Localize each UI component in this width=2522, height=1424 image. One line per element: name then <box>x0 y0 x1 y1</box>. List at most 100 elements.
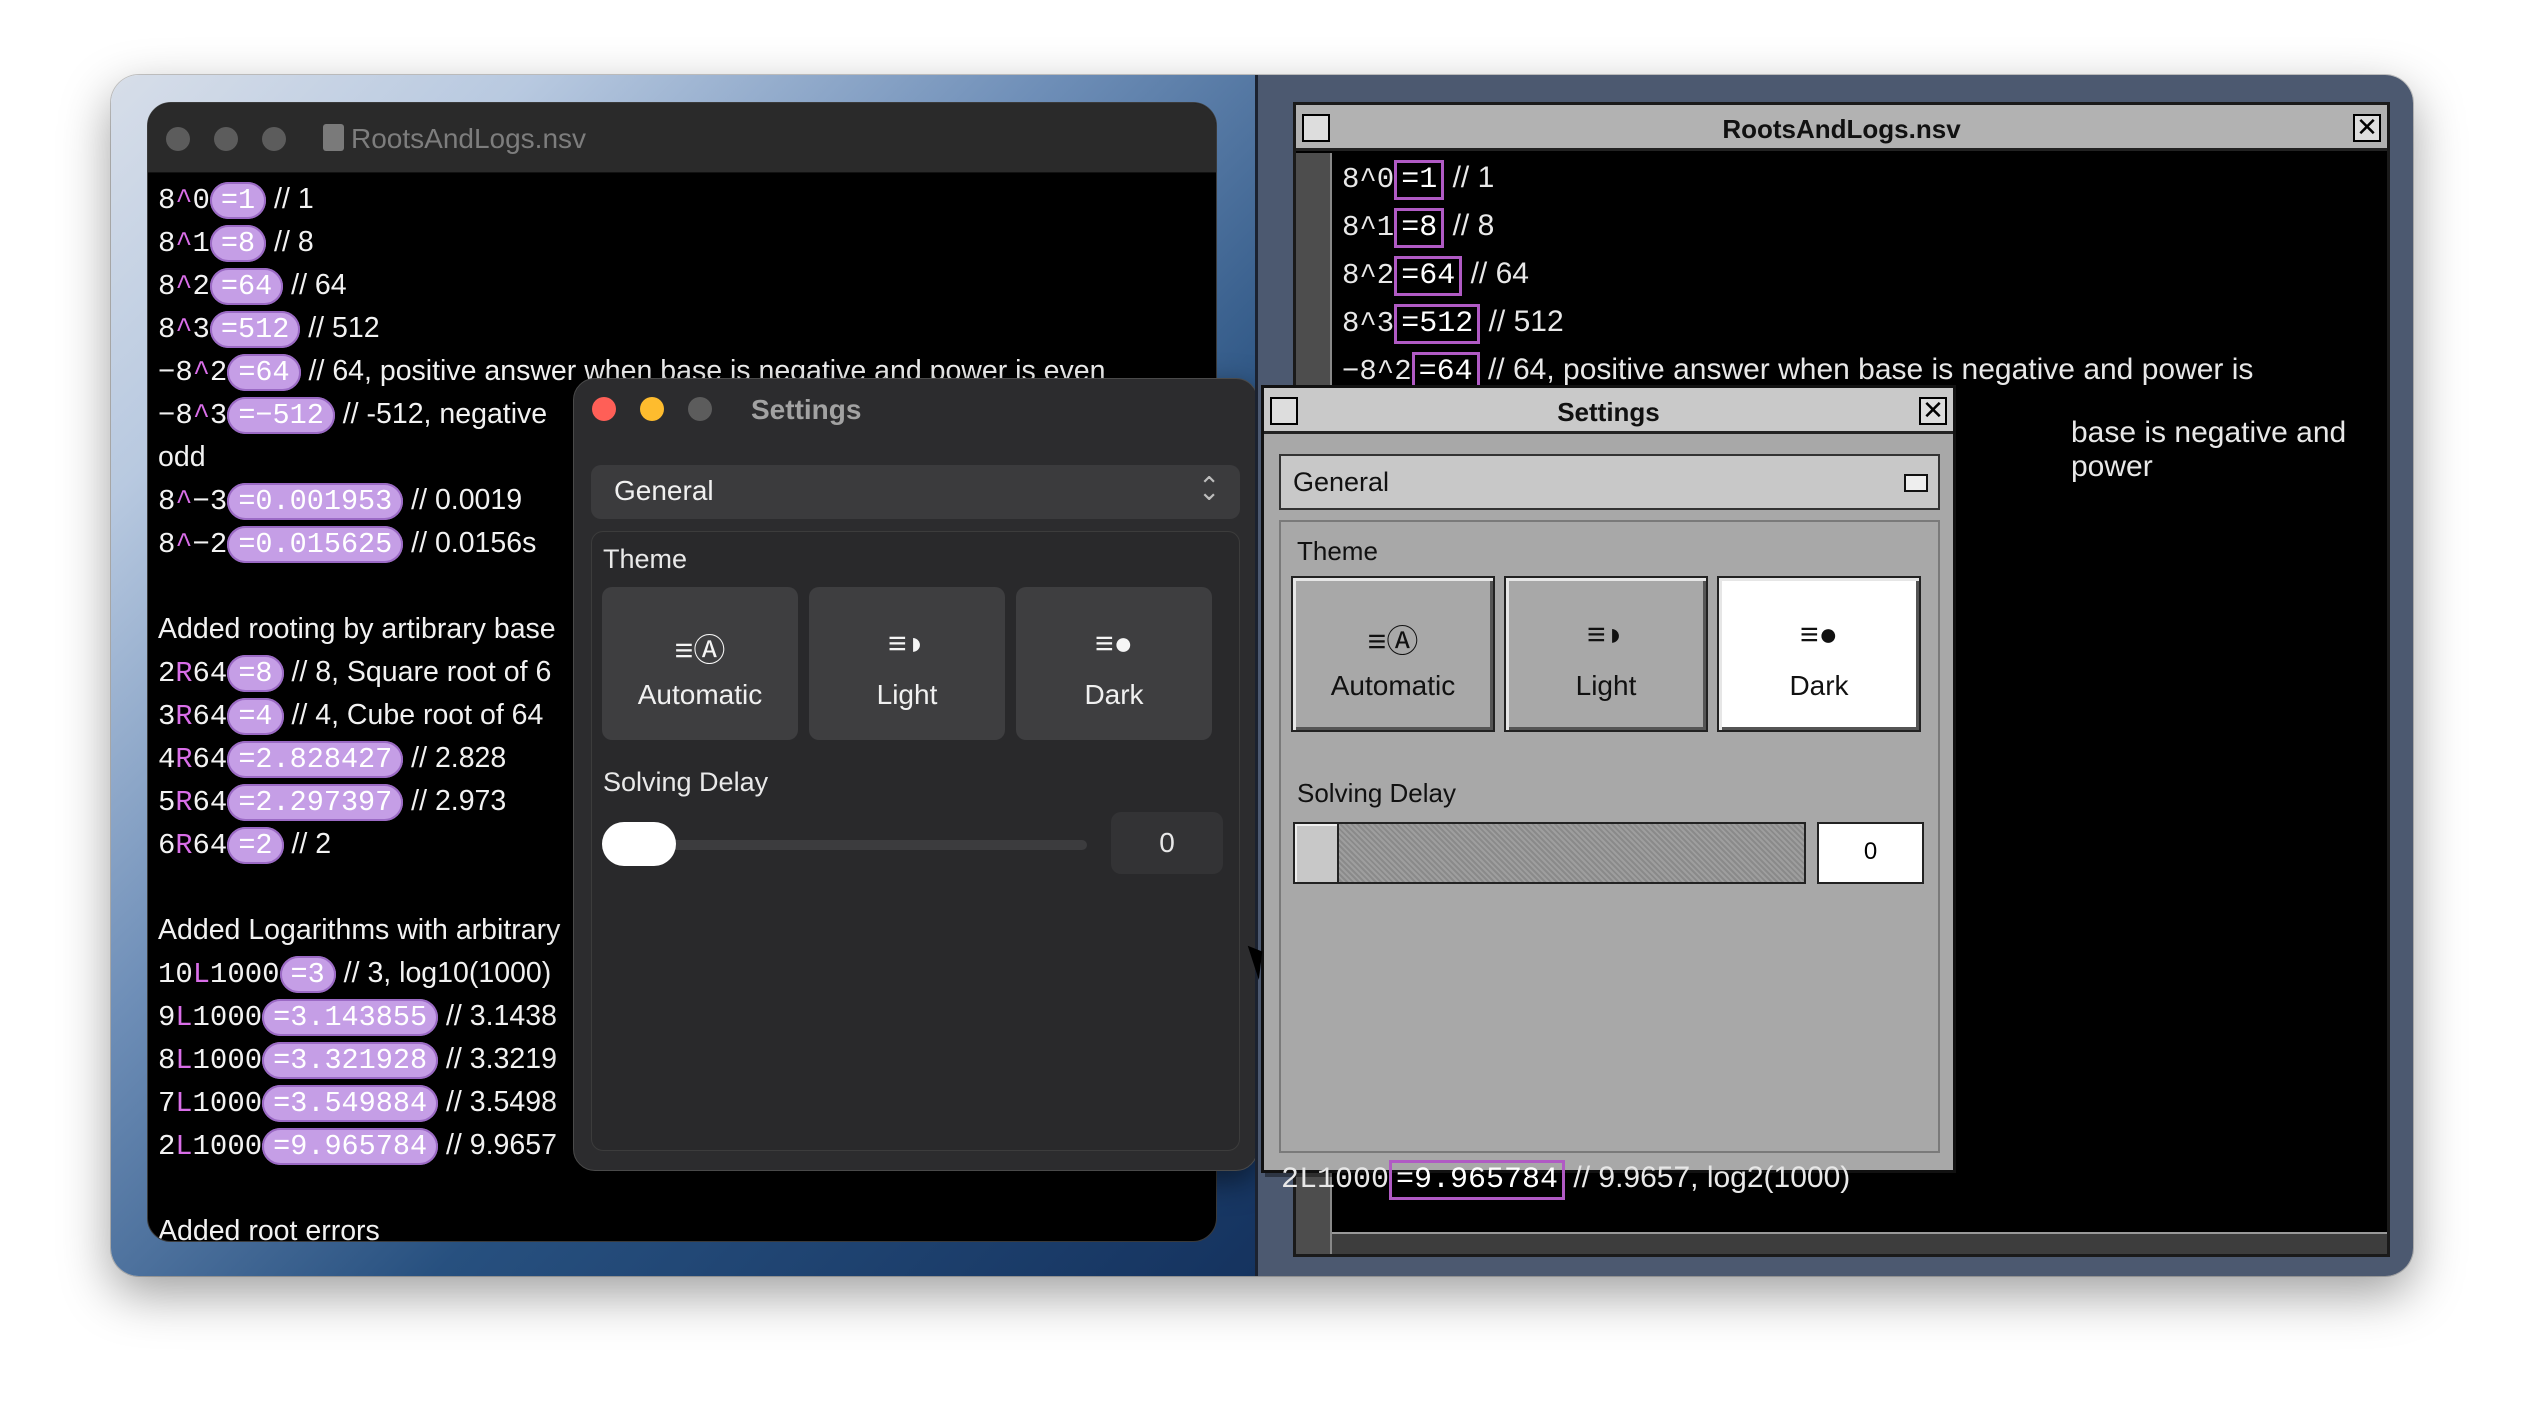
line-text: Added root errors <box>158 1215 380 1242</box>
line-comment: // 0.0019 <box>403 484 523 516</box>
line-comment: // 4, Cube root of 64 <box>283 699 544 731</box>
line-comment: // 64 <box>283 269 347 301</box>
line-text: Added rooting by artibrary base <box>158 613 556 645</box>
close-icon[interactable]: ✕ <box>2353 114 2381 142</box>
expr-base: 8 <box>158 227 176 260</box>
expr-arg: 3 <box>192 313 210 346</box>
retro-last-comment: // 9.9657, log2(1000) <box>1565 1161 1851 1194</box>
expr-arg: 3 <box>209 399 228 432</box>
result-pill: =3.321928 <box>262 1042 439 1079</box>
settings-title: Settings <box>751 394 862 425</box>
theme-dark-label: Dark <box>1084 679 1144 710</box>
chevron-updown-icon: ⌃ ⌄ <box>1198 471 1220 506</box>
modern-title-bar[interactable]: RootsAndLogs.nsv <box>148 103 1216 173</box>
retro-editor-content[interactable]: 8^0 =1 // 1 8^1 =8 // 8 8^2 =64 // 64 8^3 =512 … <box>1342 155 2387 395</box>
retro-last-line: 2L1000 =9.965784 // 9.9657, log2(1000) <box>1281 1160 1851 1200</box>
dropdown-icon <box>1904 474 1928 492</box>
retro-comment: // 512 <box>1480 305 1564 338</box>
retro-last-expr: 2L1000 <box>1281 1163 1390 1197</box>
expr-arg: 64 <box>192 743 228 776</box>
retro-expr: 8^3 <box>1342 307 1395 340</box>
retro-settings-title-bar[interactable]: Settings ✕ <box>1264 388 1953 434</box>
line-comment: // 3.3219 <box>438 1043 557 1075</box>
result-pill: =2.297397 <box>227 784 404 821</box>
headlight-outline-icon: ≡◗ <box>888 625 926 661</box>
expr-base: 10 <box>158 958 193 991</box>
solving-delay-field[interactable]: 0 <box>1111 812 1223 874</box>
theme-dark-button[interactable]: ≡● Dark <box>1016 587 1212 740</box>
retro-theme-automatic-label: Automatic <box>1330 670 1456 701</box>
document-icon <box>323 124 344 151</box>
result-pill: =2.828427 <box>227 741 404 778</box>
retro-section-select[interactable]: General <box>1279 454 1940 510</box>
expr-arg: 2 <box>209 356 228 389</box>
result-pill: =0.015625 <box>227 526 404 563</box>
line-comment: // -512, negative <box>334 398 548 430</box>
close-button[interactable] <box>166 127 190 151</box>
section-select[interactable]: General ⌃ ⌄ <box>591 465 1240 519</box>
line-comment: // 8 <box>266 226 314 258</box>
editor-line: 8^0 =1 // 1 <box>158 178 1105 221</box>
expr-arg: 1000 <box>192 1044 263 1077</box>
result-pill: =3 <box>279 956 336 993</box>
operator: ^ <box>175 485 193 518</box>
expr-base: 8 <box>158 313 176 346</box>
retro-theme-automatic-button[interactable]: ≡Ⓐ Automatic <box>1291 576 1495 732</box>
zoom-button[interactable] <box>262 127 286 151</box>
line-comment: // 0.0156s <box>403 527 537 559</box>
operator: ^ <box>175 313 193 346</box>
minimize-button[interactable] <box>640 397 664 421</box>
theme-light-label: Light <box>876 679 938 710</box>
result-pill: =3.549884 <box>262 1085 439 1122</box>
result-pill: =1 <box>209 182 267 219</box>
operator: ^ <box>192 356 210 389</box>
close-icon[interactable]: ✕ <box>1919 397 1947 425</box>
retro-theme-light-button[interactable]: ≡◗ Light <box>1504 576 1708 732</box>
retro-theme-light-label: Light <box>1575 670 1637 701</box>
retro-expr: 8^0 <box>1342 163 1395 196</box>
line-text: odd <box>158 441 206 473</box>
operator: R <box>175 743 193 776</box>
result-pill: =3.143855 <box>262 999 439 1036</box>
close-button[interactable] <box>592 397 616 421</box>
solving-delay-slider-thumb[interactable] <box>602 822 676 866</box>
result-pill: =2 <box>227 827 284 864</box>
retro-solving-delay-slider[interactable] <box>1293 822 1806 884</box>
section-select-value: General <box>614 475 714 506</box>
minimize-button[interactable] <box>214 127 238 151</box>
retro-theme-dark-button[interactable]: ≡● Dark <box>1717 576 1921 732</box>
expr-arg: 2 <box>192 270 210 303</box>
expr-arg: 1000 <box>209 958 280 991</box>
horizontal-scrollbar[interactable] <box>1332 1232 2387 1254</box>
retro-result: =8 <box>1394 208 1445 248</box>
operator: L <box>175 1130 193 1163</box>
editor-line: 8^3 =512 // 512 <box>158 307 1105 350</box>
line-comment: // 3.5498 <box>438 1086 557 1118</box>
operator: R <box>175 700 193 733</box>
expr-arg: −3 <box>192 485 228 518</box>
expr-base: 2 <box>158 657 176 690</box>
line-comment: // 3, log10(1000) <box>335 957 552 989</box>
screenshot-frame: RootsAndLogs.nsv 8^0 =1 // 1 8^1 =8 // 8 8^2… <box>111 75 2413 1276</box>
left-desktop: RootsAndLogs.nsv 8^0 =1 // 1 8^1 =8 // 8 8^2… <box>111 75 1258 1276</box>
result-pill: =9.965784 <box>262 1128 439 1165</box>
operator: R <box>175 829 193 862</box>
line-comment: // 1 <box>266 183 314 215</box>
retro-title-bar[interactable]: RootsAndLogs.nsv ✕ <box>1296 105 2387 151</box>
expr-arg: −2 <box>192 528 228 561</box>
line-comment: // 3.1438 <box>438 1000 557 1032</box>
theme-automatic-button[interactable]: ≡Ⓐ Automatic <box>602 587 798 740</box>
retro-comment: // 1 <box>1444 161 1495 194</box>
theme-label: Theme <box>603 544 688 574</box>
retro-section-select-value: General <box>1293 467 1390 497</box>
headlight-outline-icon: ≡◗ <box>1587 616 1625 652</box>
retro-theme-dark-label: Dark <box>1789 670 1849 701</box>
retro-settings-window: Settings ✕ General Theme ≡Ⓐ Automatic ≡◗… <box>1261 385 1956 1173</box>
retro-solving-delay-field[interactable]: 0 <box>1817 822 1924 884</box>
retro-solving-delay-label: Solving Delay <box>1297 778 1456 808</box>
theme-light-button[interactable]: ≡◗ Light <box>809 587 1005 740</box>
editor-line: Added root errors <box>158 1210 1105 1242</box>
retro-settings-panel: Theme ≡Ⓐ Automatic ≡◗ Light ≡● Dark Solv… <box>1279 520 1940 1153</box>
retro-slider-thumb[interactable] <box>1295 824 1339 882</box>
zoom-button[interactable] <box>688 397 712 421</box>
